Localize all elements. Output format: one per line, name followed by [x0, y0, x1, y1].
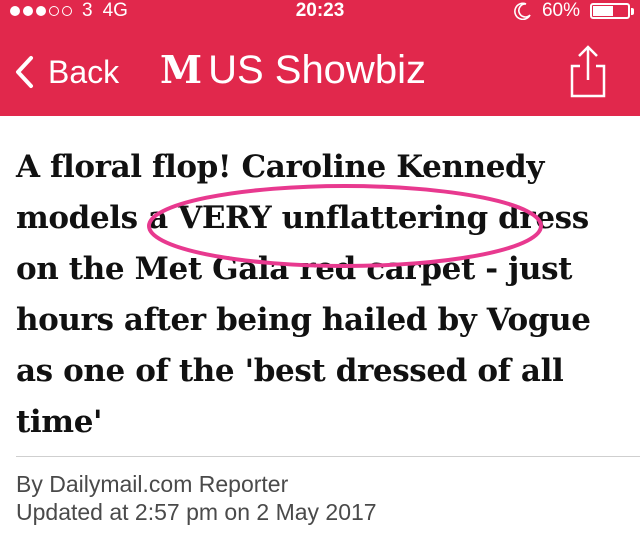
battery-fill: [593, 6, 614, 16]
daily-mail-logo: M: [160, 46, 202, 94]
chevron-left-icon: [16, 56, 33, 88]
section-title: US Showbiz: [208, 48, 426, 92]
divider: [16, 456, 640, 457]
brand: M US Showbiz: [160, 46, 426, 94]
article-headline: A floral flop! Caroline Kennedy models a…: [16, 149, 591, 440]
article-byline: By Dailymail.com Reporter: [16, 471, 289, 497]
status-right: 60%: [514, 0, 634, 22]
logo-letter: M: [160, 47, 202, 92]
share-icon[interactable]: [566, 44, 610, 100]
back-label: Back: [48, 54, 120, 90]
top-bar: 3 4G 20:23 60% Back M US Showbiz: [0, 0, 640, 116]
nav-bar: Back M US Showbiz: [0, 26, 640, 116]
status-bar: 3 4G 20:23 60%: [0, 0, 640, 26]
battery-icon: [590, 3, 634, 19]
back-button[interactable]: Back: [14, 52, 119, 92]
battery-percent: 60%: [541, 0, 580, 21]
moon-icon: [514, 2, 531, 20]
article-updated: Updated at 2:57 pm on 2 May 2017: [16, 499, 377, 525]
